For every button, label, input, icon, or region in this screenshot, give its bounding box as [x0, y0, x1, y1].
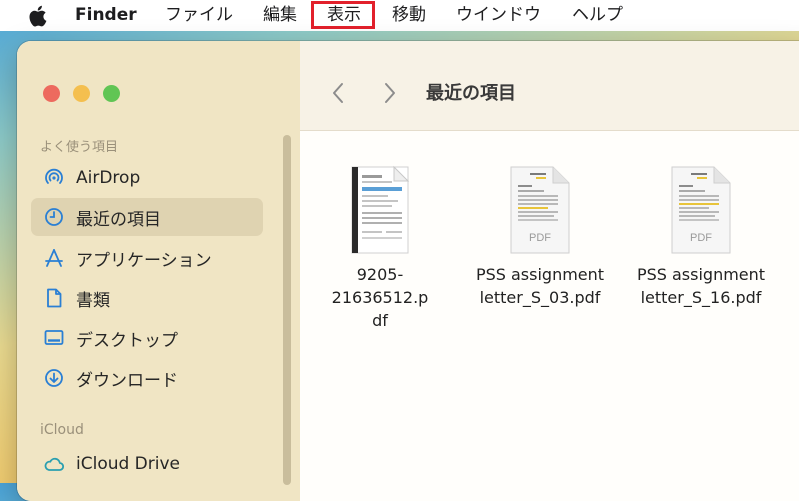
file-item[interactable]: PDF PSS assignment letter_S_03.pdf	[470, 165, 610, 309]
toolbar: 最近の項目	[300, 41, 799, 131]
minimize-button[interactable]	[73, 85, 90, 102]
pdf-document-icon: PDF	[510, 166, 570, 254]
menu-bar: Finder ファイル 編集 表示 移動 ウインドウ ヘルプ	[0, 0, 799, 31]
airdrop-icon	[45, 168, 63, 184]
window-title: 最近の項目	[426, 83, 516, 104]
sidebar-item-recents[interactable]: 最近の項目	[31, 198, 263, 236]
file-name: 9205-21636512.p df	[331, 265, 429, 330]
sidebar-item-label: iCloud Drive	[76, 454, 181, 474]
pdf-badge: PDF	[690, 232, 712, 244]
file-item[interactable]: PDF PSS assignment letter_S_16.pdf	[631, 165, 771, 309]
sidebar-item-documents[interactable]: 書類	[31, 279, 263, 317]
zoom-button[interactable]	[103, 85, 120, 102]
desktop-icon	[44, 330, 64, 345]
cloud-icon	[44, 457, 65, 471]
sidebar-item-label: アプリケーション	[76, 250, 212, 271]
file-name: PSS assignment letter_S_03.pdf	[475, 265, 605, 307]
pdf-badge: PDF	[529, 232, 551, 244]
sidebar: よく使う項目 AirDrop 最近の項目 アプリケーション 書類 デスクトップ …	[17, 41, 301, 501]
download-icon	[45, 369, 63, 387]
menu-help[interactable]: ヘルプ	[572, 4, 623, 26]
sidebar-item-icloud-drive[interactable]: iCloud Drive	[31, 445, 263, 483]
sidebar-item-airdrop[interactable]: AirDrop	[31, 159, 263, 197]
menu-app-name[interactable]: Finder	[75, 4, 137, 26]
finder-window: よく使う項目 AirDrop 最近の項目 アプリケーション 書類 デスクトップ …	[17, 41, 799, 501]
sidebar-item-label: AirDrop	[76, 168, 141, 188]
back-chevron-icon[interactable]	[329, 81, 347, 105]
close-button[interactable]	[43, 85, 60, 102]
pdf-document-icon: PDF	[671, 166, 731, 254]
sidebar-item-desktop[interactable]: デスクトップ	[31, 319, 263, 357]
menu-go[interactable]: 移動	[392, 4, 426, 26]
menu-file[interactable]: ファイル	[165, 4, 233, 26]
file-browser-area: 9205-21636512.p df PDF PSS assignment le…	[300, 131, 799, 501]
sidebar-item-label: デスクトップ	[76, 330, 178, 351]
sidebar-item-label: 最近の項目	[76, 209, 161, 230]
sidebar-item-downloads[interactable]: ダウンロード	[31, 359, 263, 397]
menu-window[interactable]: ウインドウ	[456, 4, 541, 26]
applications-icon	[45, 249, 63, 267]
section-heading-icloud: iCloud	[40, 422, 84, 438]
menu-view-highlight-box	[311, 1, 375, 29]
sidebar-item-label: 書類	[76, 290, 110, 311]
invoice-pdf-thumbnail	[351, 165, 410, 254]
file-name: PSS assignment letter_S_16.pdf	[636, 265, 766, 307]
document-icon	[47, 288, 62, 308]
apple-menu-icon[interactable]	[27, 5, 47, 27]
forward-chevron-icon[interactable]	[381, 81, 399, 105]
file-item[interactable]: 9205-21636512.p df	[310, 165, 450, 332]
menu-edit[interactable]: 編集	[263, 4, 297, 26]
section-heading-favorites: よく使う項目	[40, 140, 119, 155]
sidebar-scrollbar[interactable]	[283, 135, 291, 485]
sidebar-item-label: ダウンロード	[76, 370, 178, 391]
sidebar-item-applications[interactable]: アプリケーション	[31, 239, 263, 277]
clock-icon	[45, 208, 63, 226]
